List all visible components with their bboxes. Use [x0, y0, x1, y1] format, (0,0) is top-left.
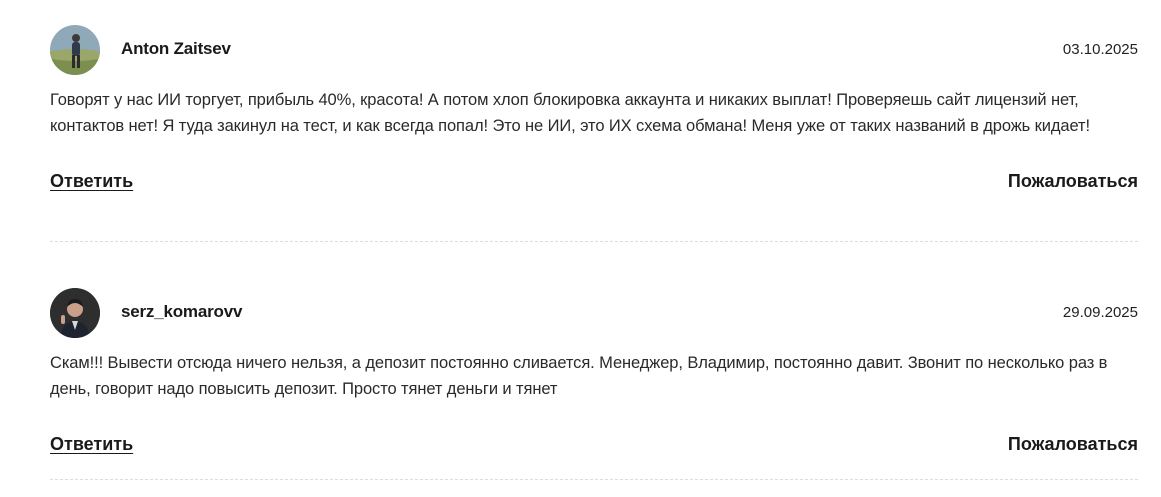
comment-date: 29.09.2025 [1062, 304, 1138, 321]
comment-header: serz_komarovv 29.09.2025 [50, 288, 1138, 338]
reply-link[interactable]: Ответить [50, 171, 133, 192]
comment-divider [50, 241, 1138, 242]
author-name: serz_komarovv [121, 302, 243, 321]
comment-actions: Ответить Пожаловаться [50, 171, 1138, 195]
comment-text: Говорят у нас ИИ торгует, прибыль 40%, к… [50, 91, 1090, 135]
comment-header: Anton Zaitsev 03.10.2025 [50, 25, 1138, 75]
comment-text: Скам!!! Вывести отсюда ничего нельзя, а … [50, 354, 1108, 398]
avatar [50, 25, 100, 75]
comments-list: Anton Zaitsev 03.10.2025 Говорят у нас И… [0, 0, 1161, 497]
comment-date: 03.10.2025 [1062, 41, 1138, 58]
comment-actions: Ответить Пожаловаться [50, 434, 1138, 458]
avatar [50, 288, 100, 338]
report-link[interactable]: Пожаловаться [1008, 171, 1138, 192]
author-name: Anton Zaitsev [121, 39, 231, 58]
comment-divider [50, 479, 1138, 480]
reply-link[interactable]: Ответить [50, 434, 133, 455]
report-link[interactable]: Пожаловаться [1008, 434, 1138, 455]
comment-item: serz_komarovv 29.09.2025 Скам!!! Вывести… [50, 288, 1138, 480]
comment-item: Anton Zaitsev 03.10.2025 Говорят у нас И… [50, 25, 1138, 242]
